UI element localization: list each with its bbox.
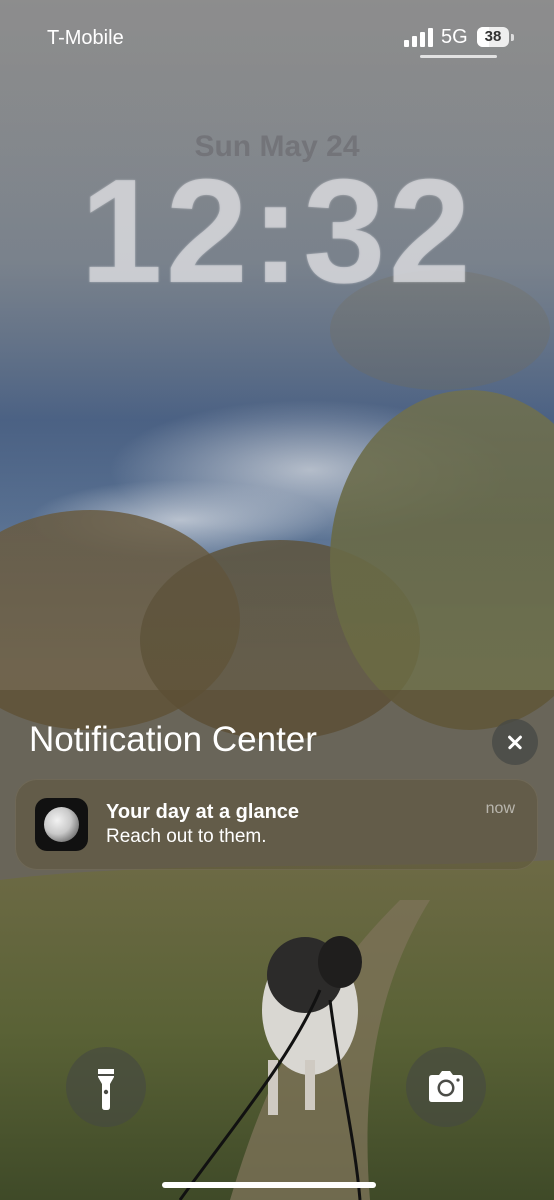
flashlight-button[interactable] (66, 1047, 146, 1127)
moon-graphic (44, 807, 79, 842)
carrier-label: T-Mobile (47, 27, 124, 49)
notification-card[interactable]: Your day at a glance Reach out to them. … (15, 779, 538, 870)
control-center-indicator[interactable] (420, 55, 497, 58)
close-icon[interactable] (492, 719, 538, 765)
notification-body: Reach out to them. (106, 826, 267, 847)
moon-icon (35, 798, 88, 851)
notification-title: Your day at a glance (106, 801, 300, 823)
lock-clock: 12:32 (80, 149, 474, 314)
battery-percentage: 38 (484, 28, 502, 45)
home-indicator[interactable] (162, 1182, 376, 1188)
notification-center-title: Notification Center (29, 720, 317, 759)
camera-icon (429, 1071, 463, 1102)
status-bar: T-Mobile 5G 38 (0, 0, 554, 70)
camera-button[interactable] (406, 1047, 486, 1127)
battery-terminal (511, 34, 514, 41)
notification-time: now (485, 800, 515, 817)
cellular-signal-icon (404, 27, 434, 47)
battery-icon: 38 (477, 27, 509, 47)
network-type-label: 5G (441, 26, 468, 48)
flashlight-icon (98, 1069, 114, 1110)
